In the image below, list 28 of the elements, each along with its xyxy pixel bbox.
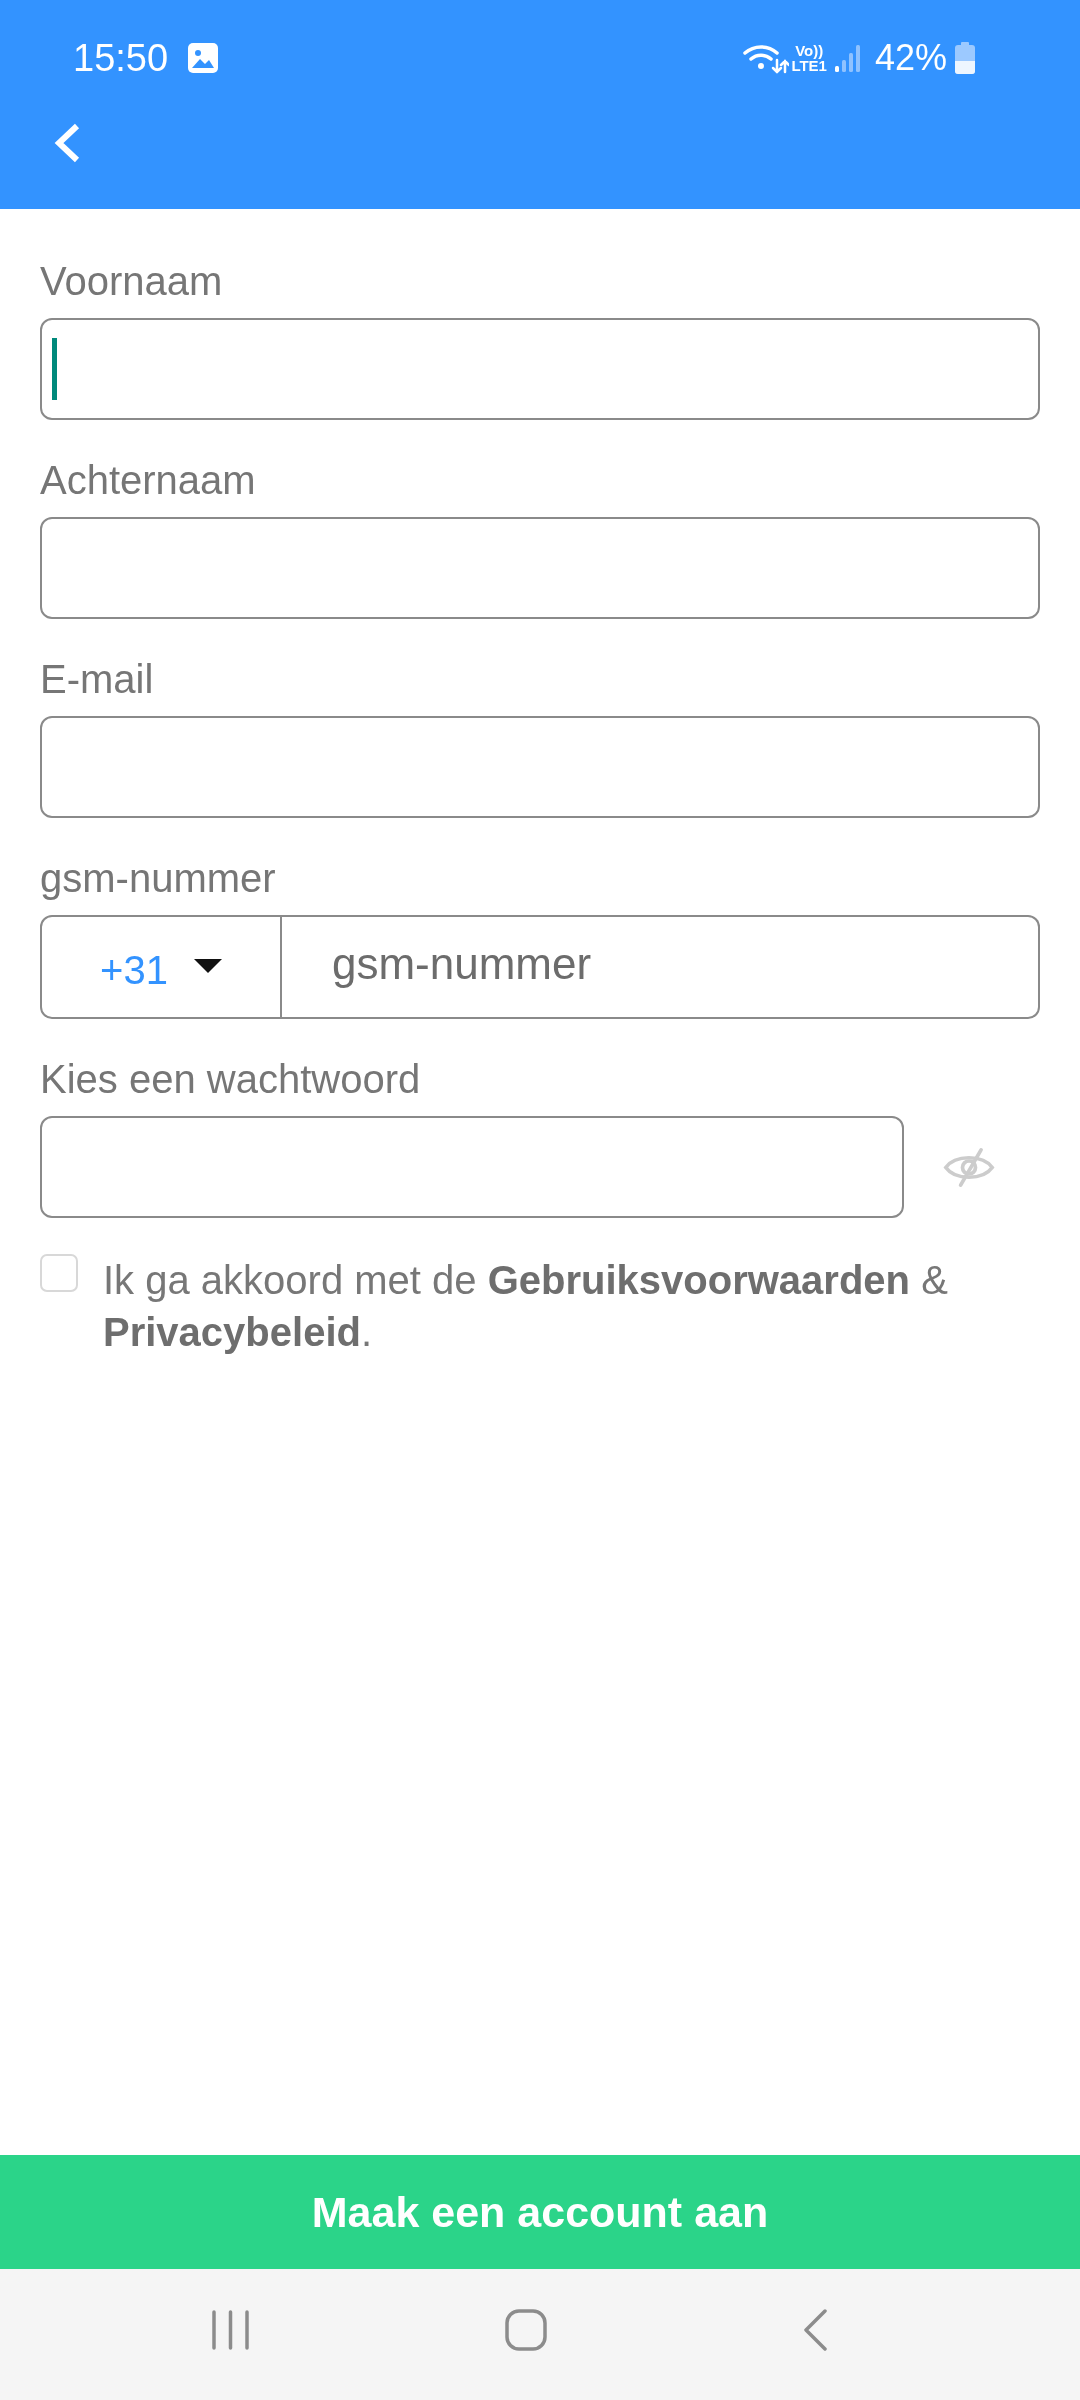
image-icon xyxy=(188,43,219,73)
field-label: gsm-nummer xyxy=(40,855,277,902)
country-code-button[interactable]: +31 xyxy=(40,915,282,1019)
eye-slash-icon[interactable] xyxy=(943,1146,995,1188)
field-label: E-mail xyxy=(40,656,155,703)
back-icon[interactable] xyxy=(803,2308,827,2351)
phone-number-input[interactable]: gsm-nummer xyxy=(282,915,1040,1019)
field-label: Kies een wachtwoord xyxy=(40,1056,422,1103)
caret-down-icon xyxy=(193,959,222,973)
password-field[interactable] xyxy=(40,1116,904,1218)
field-label: Voornaam xyxy=(40,258,224,305)
recent-apps-icon[interactable] xyxy=(212,2309,249,2350)
wifi-icon xyxy=(743,42,790,74)
home-icon[interactable] xyxy=(505,2308,547,2351)
input-field[interactable] xyxy=(40,716,1040,818)
checkbox[interactable] xyxy=(40,1254,78,1292)
signal-icon xyxy=(834,44,861,72)
agreement-text: Ik ga akkoord met de Gebruiksvoorwaarden & Privacybeleid. xyxy=(103,1257,949,1356)
battery-icon xyxy=(955,42,975,74)
status-time: 15:50 xyxy=(73,36,169,80)
field-label: Achternaam xyxy=(40,457,257,504)
network-type-label: LTE1 xyxy=(791,58,827,73)
create-account-button[interactable]: Maak een account aan xyxy=(0,2155,1080,2269)
volte-indicator: Vo)) xyxy=(795,43,824,58)
battery-percentage: 42% xyxy=(874,36,947,80)
input-field[interactable] xyxy=(40,517,1040,619)
chevron-left-icon xyxy=(52,122,82,164)
input-field[interactable] xyxy=(40,318,1040,420)
